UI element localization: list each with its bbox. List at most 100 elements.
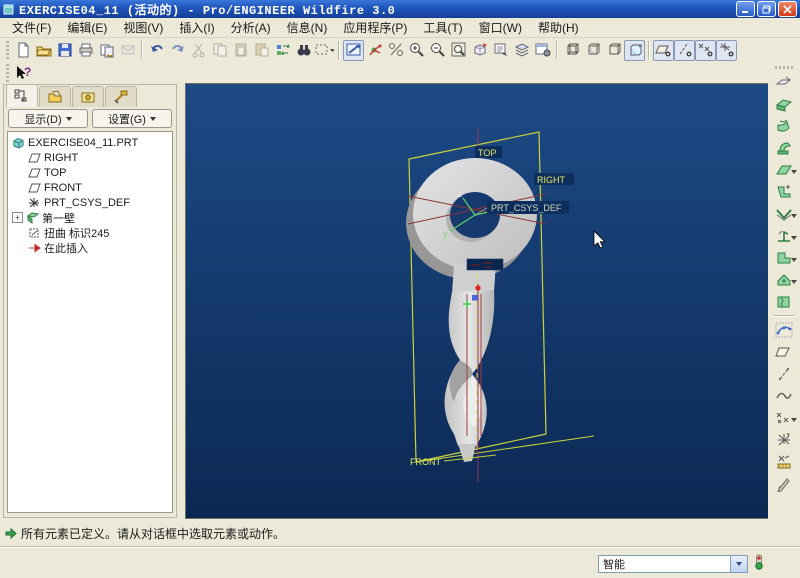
saved-views-button[interactable] [490,40,511,61]
tree-root-row[interactable]: EXERCISE04_11.PRT [12,135,172,150]
extrude-tool-button[interactable] [772,71,796,93]
paste-button[interactable] [230,40,251,61]
settings-button[interactable]: 设置(G) [92,109,172,128]
coordinate-system-tool-button[interactable] [772,429,796,451]
restore-button[interactable] [757,1,776,17]
zoom-in-button[interactable] [406,40,427,61]
curve-through-points-button[interactable] [772,319,796,341]
orient-mode-button[interactable] [385,40,406,61]
unattached-wall-tool-button[interactable] [772,115,796,137]
datum-axis-tool-button[interactable] [772,363,796,385]
graphics-area[interactable]: z y TOP RIGHT PRT_CSYS_DEF FRONT [185,83,770,519]
menu-info[interactable]: 信息(N) [279,17,336,38]
datum-point-tool-button[interactable] [772,407,796,429]
wireframe-button[interactable] [561,40,582,61]
context-help-button[interactable]: ? [12,62,33,83]
toolbar-grip[interactable] [6,41,9,59]
tree-item-top[interactable]: TOP [12,165,172,180]
tree-item-right[interactable]: RIGHT [12,150,172,165]
regenerate-button[interactable] [272,40,293,61]
dropdown-arrow-icon[interactable] [791,214,797,218]
corner-relief-tool-button[interactable] [772,247,796,269]
tree-item-front[interactable]: FRONT [12,180,172,195]
flange-wall-tool-button[interactable] [772,181,796,203]
new-file-button[interactable] [12,40,33,61]
rip-tool-button[interactable] [772,291,796,313]
red-drag-handle[interactable] [475,285,480,290]
menu-window[interactable]: 窗口(W) [471,17,530,38]
blue-drag-handle[interactable] [472,295,478,301]
print-button[interactable] [75,40,96,61]
tree-item-insert-here[interactable]: 在此插入 [12,240,172,255]
layer-tree-tab[interactable] [39,86,71,107]
selection-filter-icon[interactable] [754,554,764,572]
menu-tools[interactable]: 工具(T) [415,17,470,38]
feature-toolbar-grip[interactable] [775,66,793,69]
menu-view[interactable]: 视图(V) [115,17,171,38]
layers-button[interactable] [511,40,532,61]
no-hidden-button[interactable] [603,40,624,61]
dropdown-arrow-icon[interactable] [791,280,797,284]
favorites-tab[interactable] [72,86,104,107]
flat-wall-tool-button[interactable] [772,159,796,181]
selection-filter-combo[interactable]: 智能 [598,555,748,573]
expand-icon[interactable]: + [12,212,23,223]
dropdown-arrow-icon[interactable] [791,258,797,262]
hidden-line-button[interactable] [582,40,603,61]
sketch-tool-button[interactable] [772,451,796,473]
tree-item-csys[interactable]: PRT_CSYS_DEF [12,195,172,210]
repaint-button[interactable] [343,40,364,61]
first-wall-tool-button[interactable] [772,93,796,115]
reorient-button[interactable] [469,40,490,61]
menu-help[interactable]: 帮助(H) [530,17,587,38]
save-button[interactable] [54,40,75,61]
connections-tab[interactable] [105,86,137,107]
spin-center-button[interactable] [364,40,385,61]
front-label[interactable]: FRONT [410,457,441,467]
tree-item-first-wall[interactable]: + 第一壁 [12,210,172,225]
csys-label[interactable]: PRT_CSYS_DEF [491,203,562,213]
partial-wall-tool-button[interactable] [772,137,796,159]
zoom-out-button[interactable] [427,40,448,61]
cut-button[interactable] [188,40,209,61]
help-toolbar-grip[interactable] [6,64,9,82]
menu-edit[interactable]: 编辑(E) [59,17,115,38]
close-button[interactable] [778,1,797,17]
dropdown-arrow-icon[interactable] [791,418,797,422]
redo-button[interactable] [167,40,188,61]
curve-tool-button[interactable] [772,385,796,407]
top-label[interactable]: TOP [478,148,496,158]
shaded-button[interactable] [624,40,645,61]
menu-applications[interactable]: 应用程序(P) [335,17,415,38]
tree-item-twist[interactable]: 扭曲 标识245 [12,225,172,240]
sketcher-tool-button[interactable] [772,473,796,495]
save-a-copy-button[interactable] [96,40,117,61]
minimize-button[interactable] [736,1,755,17]
show-button[interactable]: 显示(D) [8,109,88,128]
datum-planes-toggle[interactable] [653,40,674,61]
find-button[interactable] [293,40,314,61]
right-label[interactable]: RIGHT [537,175,566,185]
combo-dropdown-button[interactable] [730,556,747,572]
datum-csys-toggle[interactable] [716,40,737,61]
dropdown-arrow-icon[interactable] [791,170,797,174]
open-button[interactable] [33,40,54,61]
unbend-tool-button[interactable] [772,225,796,247]
datum-plane-tool-button[interactable] [772,341,796,363]
refit-button[interactable] [448,40,469,61]
select-box-button[interactable] [314,40,335,61]
menu-insert[interactable]: 插入(I) [171,17,222,38]
datum-axes-toggle[interactable] [674,40,695,61]
paste-special-button[interactable] [251,40,272,61]
copy-button[interactable] [209,40,230,61]
bend-tool-button[interactable] [772,203,796,225]
undo-button[interactable] [146,40,167,61]
dropdown-arrow-icon[interactable] [791,236,797,240]
model-tree-tab[interactable] [6,84,38,107]
view-manager-button[interactable] [532,40,553,61]
form-tool-button[interactable] [772,269,796,291]
menu-file[interactable]: 文件(F) [4,17,59,38]
datum-points-toggle[interactable] [695,40,716,61]
menu-analysis[interactable]: 分析(A) [223,17,279,38]
send-mail-button[interactable] [117,40,138,61]
